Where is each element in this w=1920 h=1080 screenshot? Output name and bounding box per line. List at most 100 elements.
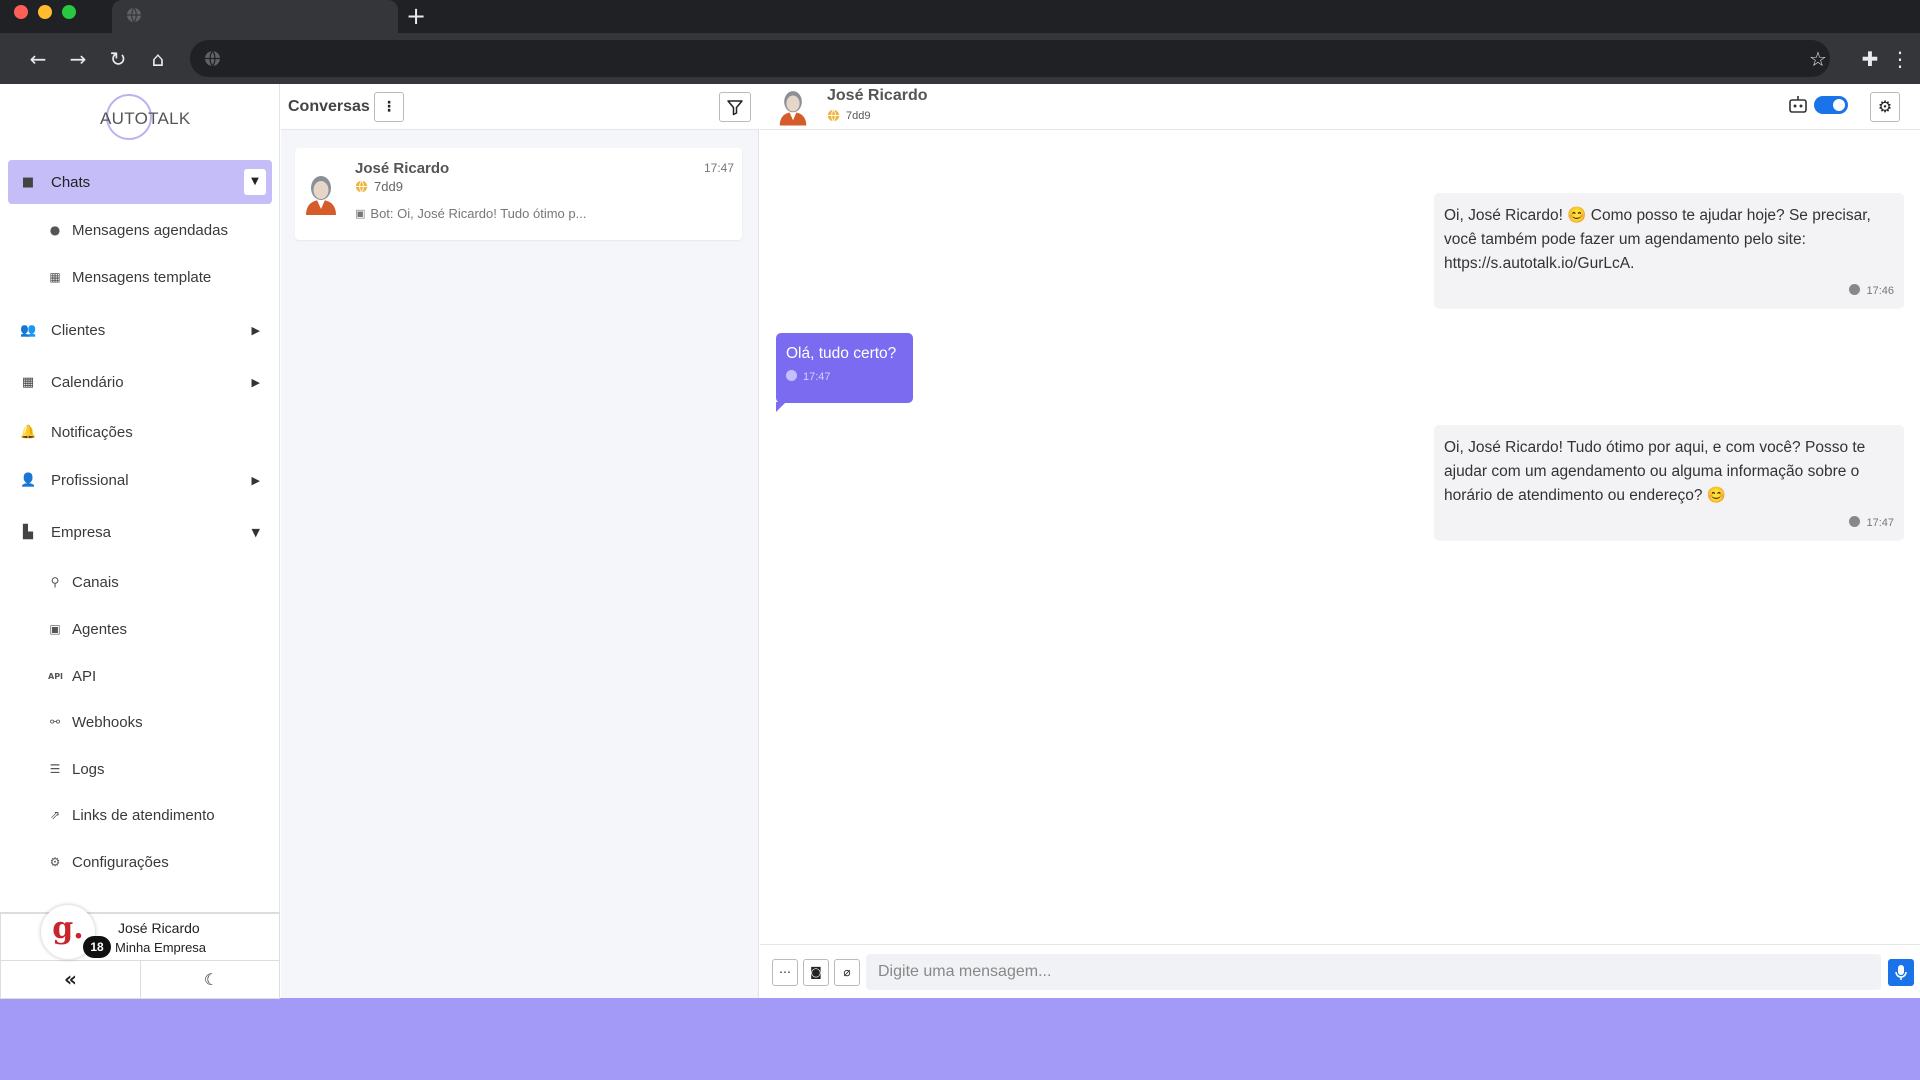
microphone-button[interactable] [1888, 959, 1914, 986]
sidebar-item-label: Mensagens agendadas [72, 221, 228, 239]
sidebar-item-profissional[interactable]: 👤 Profissional ▶ [8, 458, 272, 502]
sidebar-item-canais[interactable]: ⚲ Canais [48, 567, 119, 597]
clock-icon [786, 370, 797, 381]
message-text: Oi, José Ricardo! 😊 Como posso te ajudar… [1444, 207, 1871, 272]
sidebar-item-links-de-atendimento[interactable]: ⇗ Links de atendimento [48, 800, 215, 830]
sidebar-item-label: Notificações [51, 423, 133, 441]
collapse-sidebar-button[interactable]: « [1, 961, 141, 998]
chat-contact-name: José Ricardo [827, 87, 928, 104]
sidebar-item-mensagens-agendadas[interactable]: ● Mensagens agendadas [48, 215, 228, 245]
contact-avatar [306, 176, 336, 215]
extensions-icon[interactable]: ✚ [1858, 47, 1882, 71]
conversation-time: 17:47 [703, 161, 734, 175]
chevron-right-icon[interactable]: ▶ [252, 474, 260, 487]
message-input[interactable] [866, 954, 1881, 990]
sidebar-item-api[interactable]: API API [48, 661, 96, 691]
sidebar-item-clientes[interactable]: 👥 Clientes ▶ [8, 308, 272, 352]
robot-icon [1789, 96, 1807, 113]
clock-icon: ● [49, 223, 61, 237]
microphone-icon [1895, 965, 1907, 980]
sidebar-item-label: Configurações [72, 853, 169, 871]
contact-avatar[interactable] [778, 88, 808, 126]
filter-button[interactable] [719, 92, 751, 122]
minimize-window-button[interactable] [38, 5, 52, 19]
bell-icon: 🔔 [20, 424, 37, 440]
conversations-panel: Conversas ⋮ José Ricardo 17:47 7dd9 ▣ Bo… [281, 84, 759, 998]
sidebar-item-label: Clientes [51, 321, 106, 339]
chat-bubble-icon: ■ [21, 174, 35, 190]
sidebar-item-webhooks[interactable]: ⚯ Webhooks [48, 707, 143, 737]
api-icon: API [48, 671, 64, 681]
more-options-button[interactable]: ⋯ [772, 959, 798, 986]
message-composer: ⋯ ◙ ⌀ [760, 944, 1920, 998]
attach-button[interactable]: ⌀ [834, 959, 860, 986]
external-link-icon: ⇗ [49, 808, 61, 822]
list-icon: ☰ [49, 762, 61, 776]
bot-toggle[interactable] [1814, 96, 1848, 114]
plug-icon: ⚲ [50, 575, 60, 589]
chevron-down-icon[interactable]: ▼ [252, 526, 260, 539]
sidebar-item-agentes[interactable]: ▣ Agentes [48, 614, 127, 644]
reload-icon[interactable]: ↻ [106, 47, 130, 71]
gear-icon: ⚙ [49, 855, 61, 869]
sidebar-item-label: Empresa [51, 523, 112, 541]
user-profile[interactable]: g. 18 José Ricardo Minha Empresa [0, 905, 280, 961]
message-time: 17:47 [803, 371, 831, 383]
sidebar-item-label: API [72, 667, 97, 685]
back-icon[interactable]: ← [26, 47, 50, 71]
home-icon[interactable]: ⌂ [146, 47, 170, 71]
message-text: Olá, tudo certo? [786, 345, 897, 362]
webhook-icon: ⚯ [49, 715, 61, 729]
filter-icon [727, 100, 743, 116]
robot-icon: ▣ [49, 622, 61, 636]
message-text: Oi, José Ricardo! Tudo ótimo por aqui, e… [1444, 439, 1866, 504]
conversation-contact-name: José Ricardo [355, 160, 450, 177]
template-icon: ▦ [49, 270, 61, 284]
user-name: José Ricardo [118, 920, 200, 936]
sidebar: AUTOTALK ■ Chats ▼ ● Mensagens agendadas… [0, 84, 281, 999]
robot-icon: ▣ [355, 207, 366, 220]
address-bar[interactable] [190, 40, 1830, 77]
globe-icon [355, 180, 368, 193]
sidebar-item-label: Links de atendimento [72, 806, 215, 824]
message-time: 17:47 [1866, 517, 1894, 529]
sidebar-item-empresa[interactable]: ▙ Empresa ▼ [8, 510, 272, 554]
conversation-preview-text: Bot: Oi, José Ricardo! Tudo ótimo p... [370, 206, 587, 221]
conversation-tag: 7dd9 [355, 179, 403, 194]
message-time: 17:46 [1866, 285, 1894, 297]
maximize-window-button[interactable] [62, 5, 76, 19]
sidebar-item-calendario[interactable]: ▦ Calendário ▶ [8, 360, 272, 404]
chat-settings-button[interactable]: ⚙ [1870, 92, 1900, 122]
chevron-down-icon[interactable]: ▼ [244, 169, 266, 195]
browser-tab[interactable] [112, 0, 398, 33]
globe-icon [127, 7, 141, 23]
notification-badge: 18 [83, 936, 111, 958]
forward-icon[interactable]: → [66, 47, 90, 71]
sidebar-item-label: Webhooks [72, 713, 143, 731]
browser-menu-icon[interactable]: ⋮ [1888, 47, 1912, 71]
new-tab-button[interactable]: + [406, 3, 426, 29]
sidebar-item-mensagens-template[interactable]: ▦ Mensagens template [48, 262, 211, 292]
conversations-title: Conversas [288, 98, 370, 115]
sidebar-item-notificacoes[interactable]: 🔔 Notificações [8, 410, 272, 454]
users-icon: 👥 [20, 322, 37, 338]
sidebar-item-logs[interactable]: ☰ Logs [48, 754, 105, 784]
sidebar-item-label: Agentes [72, 620, 128, 638]
chevron-right-icon[interactable]: ▶ [252, 324, 260, 337]
clock-icon [1849, 516, 1861, 527]
bookmark-star-icon[interactable]: ☆ [1806, 47, 1830, 71]
conversation-item[interactable]: José Ricardo 17:47 7dd9 ▣ Bot: Oi, José … [295, 148, 742, 240]
chevron-right-icon[interactable]: ▶ [252, 376, 260, 389]
sidebar-item-configuracoes[interactable]: ⚙ Configurações [48, 847, 169, 877]
sidebar-item-chats[interactable]: ■ Chats ▼ [8, 160, 272, 204]
conversations-menu-button[interactable]: ⋮ [374, 92, 404, 122]
close-window-button[interactable] [14, 5, 28, 19]
logo-text: AUTOTALK [100, 109, 191, 128]
user-company: Minha Empresa [115, 940, 207, 955]
clock-icon [1849, 284, 1861, 295]
camera-button[interactable]: ◙ [803, 959, 829, 986]
user-gear-icon: 👤 [20, 472, 37, 488]
app: AUTOTALK ■ Chats ▼ ● Mensagens agendadas… [0, 84, 1920, 999]
dark-mode-toggle[interactable]: ☾ [141, 961, 281, 998]
conversations-header: Conversas ⋮ [281, 84, 759, 130]
